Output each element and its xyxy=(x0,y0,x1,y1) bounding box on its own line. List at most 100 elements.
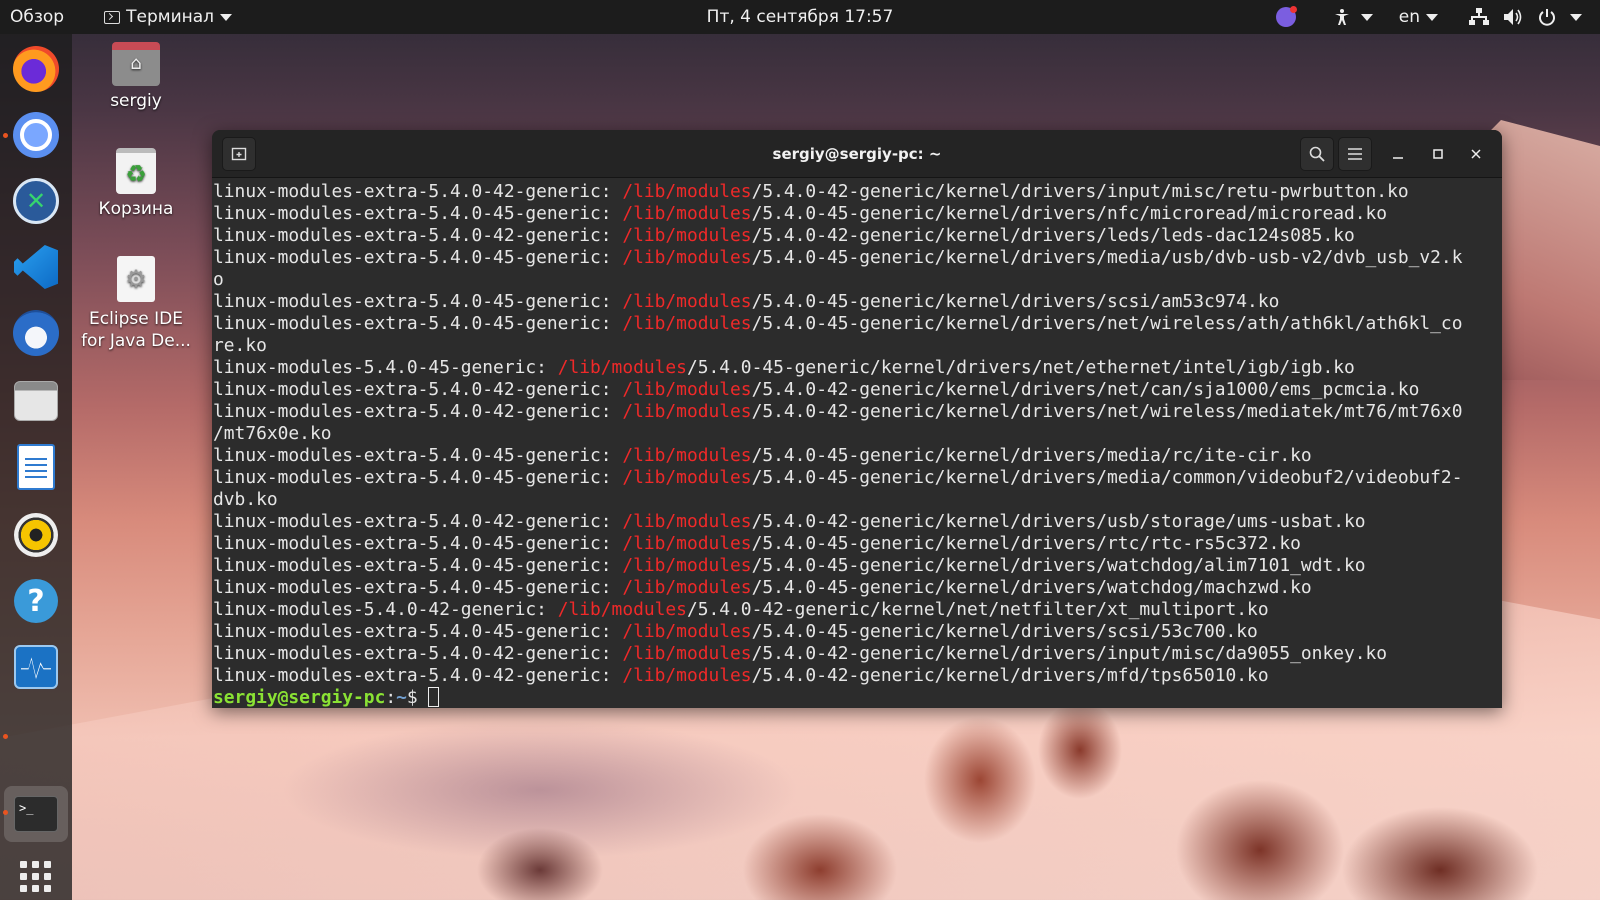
home-folder-icon: ⌂ xyxy=(112,42,160,86)
minimize-icon xyxy=(1393,157,1403,159)
module-path: /5.4.0-45-generic/kernel/drivers/net/eth… xyxy=(686,357,1355,378)
viber-icon[interactable] xyxy=(1275,6,1297,28)
maximize-button[interactable] xyxy=(1426,142,1450,166)
new-tab-button[interactable] xyxy=(222,137,256,171)
terminal-mini-icon xyxy=(104,10,121,24)
help-icon: ? xyxy=(14,579,58,623)
module-path: /5.4.0-45-generic/kernel/drivers/media/c… xyxy=(751,467,1463,488)
thunderbird-icon xyxy=(13,310,59,356)
terminal-line: linux-modules-extra-5.4.0-42-generic: /l… xyxy=(213,665,1488,687)
match-highlight: /lib/modules xyxy=(622,181,752,202)
desktop-eclipse[interactable]: ⚙ Eclipse IDE for Java De... xyxy=(76,256,196,352)
terminal-line: linux-modules-5.4.0-42-generic: /lib/mod… xyxy=(213,599,1488,621)
activities-button[interactable]: Обзор xyxy=(0,0,74,34)
match-highlight: /lib/modules xyxy=(622,225,752,246)
match-highlight: /lib/modules xyxy=(622,247,752,268)
terminal-titlebar[interactable]: sergiy@sergiy-pc: ~ xyxy=(212,130,1502,178)
clock[interactable]: Пт, 4 сентября 17:57 xyxy=(707,7,894,27)
module-path: /5.4.0-45-generic/kernel/drivers/scsi/53… xyxy=(751,621,1258,642)
system-monitor-launcher[interactable] xyxy=(11,642,61,692)
terminal-line: dvb.ko xyxy=(213,489,1488,511)
match-highlight: /lib/modules xyxy=(622,379,752,400)
terminal-line: re.ko xyxy=(213,335,1488,357)
package-name: linux-modules-extra-5.4.0-45-generic: xyxy=(213,467,623,488)
hamburger-icon xyxy=(1348,148,1362,160)
match-highlight: /lib/modules xyxy=(622,643,752,664)
match-highlight: /lib/modules xyxy=(622,665,752,686)
package-name: linux-modules-extra-5.4.0-45-generic: xyxy=(213,533,623,554)
show-apps-icon xyxy=(20,861,52,893)
terminal-line: linux-modules-extra-5.4.0-42-generic: /l… xyxy=(213,181,1488,203)
x-browser-launcher[interactable]: ✕ xyxy=(11,176,61,226)
language-label: en xyxy=(1398,7,1420,27)
match-highlight: /lib/modules xyxy=(622,401,752,422)
top-bar: Обзор Терминал Пт, 4 сентября 17:57 en xyxy=(0,0,1600,34)
prompt-line[interactable]: sergiy@sergiy-pc:~$ xyxy=(213,687,1488,708)
help-launcher[interactable]: ? xyxy=(11,576,61,626)
package-name: linux-modules-extra-5.4.0-45-generic: xyxy=(213,313,623,334)
desktop-home-folder[interactable]: ⌂ sergiy xyxy=(76,42,196,112)
package-name: linux-modules-extra-5.4.0-42-generic: xyxy=(213,379,623,400)
app-menu-button[interactable]: Терминал xyxy=(94,0,242,34)
system-monitor-icon xyxy=(14,645,58,689)
match-highlight: /lib/modules xyxy=(622,577,752,598)
language-chevron-icon xyxy=(1426,13,1438,21)
search-button[interactable] xyxy=(1300,137,1334,171)
minimize-button[interactable] xyxy=(1386,142,1410,166)
prompt-path: ~ xyxy=(396,687,407,708)
prompt-separator: : xyxy=(385,687,397,708)
chevron-down-icon xyxy=(220,13,233,21)
match-highlight: /lib/modules xyxy=(622,467,752,488)
vscode-launcher[interactable] xyxy=(11,242,61,292)
terminal-line: linux-modules-extra-5.4.0-42-generic: /l… xyxy=(213,511,1488,533)
module-path: /5.4.0-45-generic/kernel/drivers/watchdo… xyxy=(751,555,1366,576)
package-name: linux-modules-extra-5.4.0-45-generic: xyxy=(213,247,623,268)
module-path: /5.4.0-45-generic/kernel/drivers/nfc/mic… xyxy=(751,203,1388,224)
close-button[interactable] xyxy=(1464,142,1488,166)
writer-icon xyxy=(17,444,55,490)
terminal-line: /mt76x0e.ko xyxy=(213,423,1488,445)
terminal-line: linux-modules-extra-5.4.0-45-generic: /l… xyxy=(213,555,1488,577)
module-path: /mt76x0e.ko xyxy=(213,423,332,444)
accessibility-chevron-icon[interactable] xyxy=(1360,13,1373,21)
menu-button[interactable] xyxy=(1338,137,1372,171)
language-button[interactable]: en xyxy=(1395,0,1442,34)
match-highlight: /lib/modules xyxy=(557,357,687,378)
terminal-launcher[interactable]: >_ xyxy=(11,789,61,839)
package-name: linux-modules-extra-5.4.0-45-generic: xyxy=(213,621,623,642)
accessibility-icon[interactable] xyxy=(1331,6,1353,28)
terminal-output[interactable]: linux-modules-extra-5.4.0-42-generic: /l… xyxy=(212,178,1488,708)
network-icon[interactable] xyxy=(1468,6,1490,28)
desktop-trash[interactable]: ♻ Корзина xyxy=(76,148,196,220)
thunderbird-launcher[interactable] xyxy=(11,308,61,358)
terminal-line: linux-modules-5.4.0-45-generic: /lib/mod… xyxy=(213,357,1488,379)
terminal-line: linux-modules-extra-5.4.0-45-generic: /l… xyxy=(213,445,1488,467)
volume-icon[interactable] xyxy=(1502,6,1524,28)
running-indicator xyxy=(3,133,8,138)
terminal-line: linux-modules-extra-5.4.0-45-generic: /l… xyxy=(213,621,1488,643)
match-highlight: /lib/modules xyxy=(622,621,752,642)
eclipse-launcher-icon: ⚙ xyxy=(117,256,155,302)
terminal-window: sergiy@sergiy-pc: ~ linux-modules-extra-… xyxy=(212,130,1502,708)
power-icon[interactable] xyxy=(1536,6,1558,28)
module-path: /5.4.0-42-generic/kernel/drivers/usb/sto… xyxy=(751,511,1366,532)
chromium-launcher[interactable] xyxy=(11,110,61,160)
text-cursor xyxy=(428,687,440,707)
firefox-launcher[interactable] xyxy=(11,44,61,94)
system-menu-chevron-icon[interactable] xyxy=(1570,13,1582,21)
show-apps-button[interactable] xyxy=(11,852,61,900)
maximize-icon xyxy=(1433,149,1443,159)
files-launcher[interactable] xyxy=(11,376,61,426)
terminal-line: linux-modules-extra-5.4.0-45-generic: /l… xyxy=(213,247,1488,269)
system-tray: en xyxy=(1269,0,1600,34)
prompt-symbol: $ xyxy=(406,687,429,708)
rhythmbox-launcher[interactable] xyxy=(11,510,61,560)
close-icon xyxy=(1471,149,1481,159)
module-path: o xyxy=(213,269,224,290)
module-path: /5.4.0-42-generic/kernel/drivers/input/m… xyxy=(751,181,1409,202)
match-highlight: /lib/modules xyxy=(622,313,752,334)
trash-label: Корзина xyxy=(98,199,174,219)
writer-launcher[interactable] xyxy=(11,442,61,492)
terminal-line: linux-modules-extra-5.4.0-45-generic: /l… xyxy=(213,467,1488,489)
module-path: /5.4.0-42-generic/kernel/drivers/input/m… xyxy=(751,643,1388,664)
